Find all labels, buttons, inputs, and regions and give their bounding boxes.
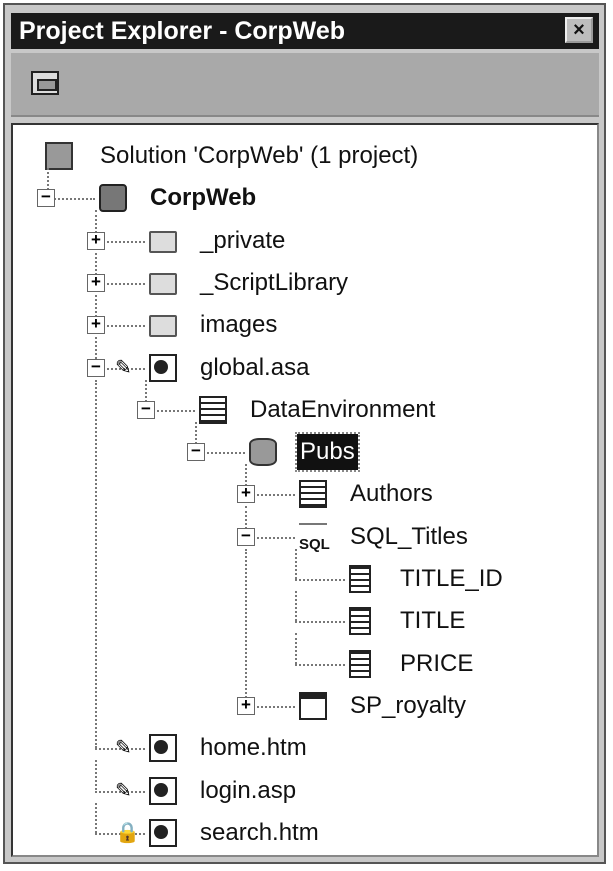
project-tree[interactable]: Solution 'CorpWeb' (1 project) − CorpWeb + _… (11, 123, 599, 857)
project-icon (99, 184, 127, 213)
tree-item-label: global.asa (200, 353, 310, 381)
tree-item[interactable]: TITLE (13, 603, 593, 639)
tree-item-label: login.asp (200, 776, 297, 804)
tree-item[interactable]: 🔒 search.htm (13, 815, 593, 851)
tree-item-label: CorpWeb (150, 184, 257, 212)
doc-icon (149, 734, 177, 763)
tree-item-label: PRICE (400, 649, 474, 677)
tree-item[interactable]: − CorpWeb (13, 180, 593, 216)
lock-icon: 🔒 (115, 821, 140, 844)
sql-icon: SQL (299, 522, 330, 553)
tree-item[interactable]: − ✎ global.asa (13, 350, 593, 386)
view-object-icon[interactable] (31, 71, 59, 95)
tree-item[interactable]: PRICE (13, 646, 593, 682)
tree-item-label: TITLE (400, 607, 466, 635)
field-icon (349, 607, 371, 636)
tree-item-label: _private (200, 226, 286, 254)
tree-item-label: DataEnvironment (250, 395, 436, 423)
close-button[interactable]: × (565, 17, 593, 43)
project-explorer-window: Project Explorer - CorpWeb × Solution 'C… (3, 3, 606, 864)
field-icon (349, 565, 371, 593)
db-icon (249, 438, 277, 467)
tree-item-label: home.htm (200, 734, 307, 762)
grid-icon (299, 480, 327, 509)
folder-icon (149, 272, 177, 295)
expand-button[interactable]: + (237, 484, 255, 504)
toolbar (11, 53, 599, 117)
tree-item[interactable]: + _private (13, 223, 593, 259)
asp-icon (149, 353, 177, 382)
tree-item[interactable]: − Pubs (13, 432, 593, 473)
tree-item-label: Solution 'CorpWeb' (1 project) (100, 142, 419, 169)
expand-button[interactable]: + (87, 273, 105, 292)
tree-item[interactable]: TITLE_ID (13, 561, 593, 597)
expand-button[interactable]: + (237, 696, 255, 715)
collapse-button[interactable]: − (87, 358, 105, 377)
solution-icon (45, 142, 73, 170)
tree-item-label: SP_royalty (350, 691, 467, 719)
tree-item-label: images (200, 311, 278, 339)
tree-item[interactable]: − DataEnvironment (13, 392, 593, 428)
tree-item-label: search.htm (200, 818, 319, 846)
window-title: Project Explorer - CorpWeb (19, 17, 345, 45)
tree-item[interactable]: + images (13, 307, 593, 343)
field-icon (349, 649, 371, 678)
collapse-button[interactable]: − (37, 188, 55, 208)
tree-item[interactable]: ✎ home.htm (13, 730, 593, 766)
tree-item-label: SQL_Titles (350, 522, 468, 550)
tree-item[interactable]: − SQL SQL_Titles (13, 519, 593, 555)
collapse-button[interactable]: − (187, 442, 205, 462)
collapse-button[interactable]: − (137, 400, 155, 419)
tree-item-label: Pubs (295, 432, 360, 473)
title-bar: Project Explorer - CorpWeb × (11, 13, 599, 49)
tree-item[interactable]: ✎ login.asp (13, 773, 593, 809)
pencil-icon: ✎ (115, 356, 132, 379)
tree-connector (245, 548, 247, 706)
folder-icon (149, 315, 177, 338)
expand-button[interactable]: + (87, 315, 105, 335)
tree-item[interactable]: + Authors (13, 476, 593, 512)
grid-icon (199, 395, 227, 424)
tree-item-label: _ScriptLibrary (200, 268, 349, 296)
tree-item-label: Authors (350, 480, 433, 508)
pencil-icon: ✎ (115, 737, 132, 760)
tree-item[interactable]: + _ScriptLibrary (13, 265, 593, 301)
asp-icon (149, 776, 177, 805)
tree-item[interactable]: + SP_royalty (13, 688, 593, 724)
proc-icon (299, 691, 327, 720)
tree-item[interactable]: Solution 'CorpWeb' (1 project) (13, 138, 593, 174)
tree-item-label: TITLE_ID (400, 565, 503, 592)
tree-connector (95, 379, 97, 749)
doc-icon (149, 818, 177, 847)
pencil-icon: ✎ (115, 779, 132, 802)
folder-icon (149, 230, 177, 253)
collapse-button[interactable]: − (237, 527, 255, 546)
expand-button[interactable]: + (87, 231, 105, 250)
